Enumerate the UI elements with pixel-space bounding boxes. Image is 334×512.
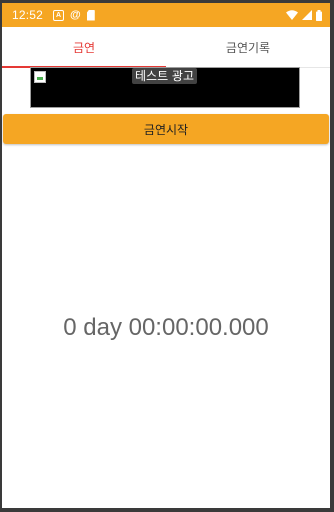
broken-image-icon — [34, 71, 46, 83]
status-icons-right — [286, 9, 322, 21]
tab-quit-smoking[interactable]: 금연 — [2, 27, 166, 68]
notification-a-icon: A — [53, 9, 65, 21]
wifi-icon — [286, 10, 298, 20]
app-screen: 12:52 A @ 금연 금연기록 테스트 광고 금연시작 0 day 00:0… — [2, 3, 330, 508]
status-bar: 12:52 A @ — [2, 3, 330, 27]
elapsed-timer: 0 day 00:00:00.000 — [63, 314, 269, 341]
status-icons-left: A @ — [53, 9, 95, 21]
signal-icon — [302, 10, 312, 20]
tab-quit-smoking-history-label: 금연기록 — [225, 40, 271, 55]
sd-card-icon — [86, 9, 95, 21]
tab-quit-smoking-history[interactable]: 금연기록 — [166, 27, 330, 67]
start-quit-button[interactable]: 금연시작 — [3, 114, 329, 144]
tab-bar: 금연 금연기록 — [2, 27, 330, 68]
at-sign-icon: @ — [70, 9, 81, 21]
battery-icon — [316, 9, 322, 21]
ad-label: 테스트 광고 — [132, 68, 198, 84]
ad-banner[interactable]: 테스트 광고 — [30, 67, 300, 108]
tab-quit-smoking-label: 금연 — [72, 40, 96, 55]
status-time: 12:52 — [12, 8, 44, 22]
